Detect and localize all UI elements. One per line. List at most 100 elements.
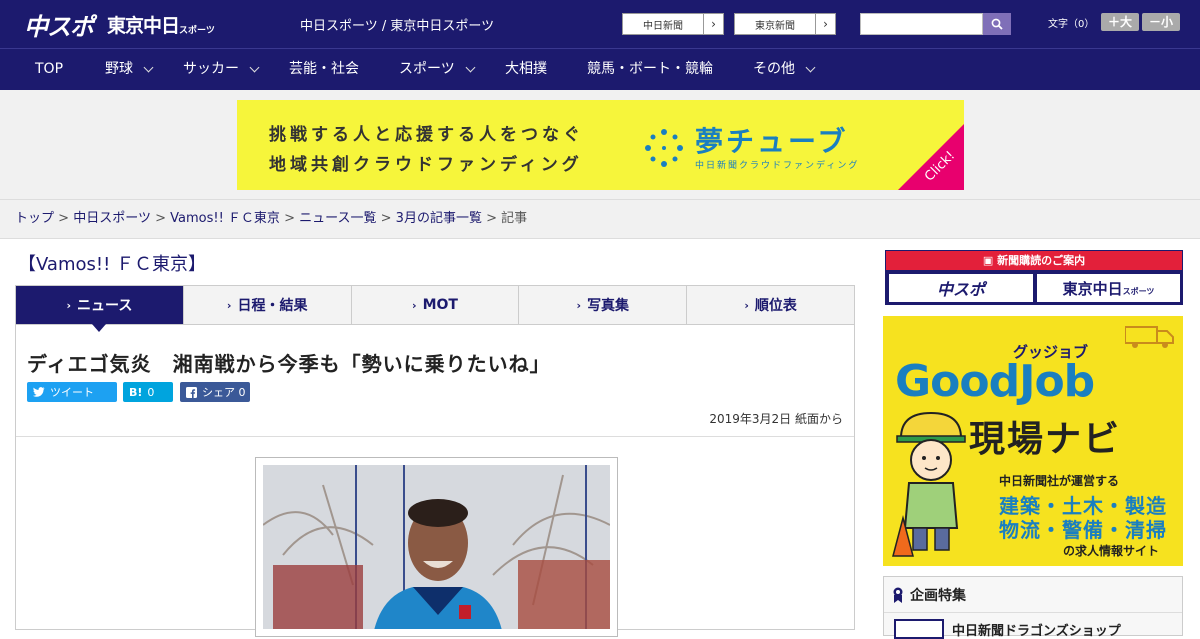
tokyo-shimbun-label: 東京新聞 — [755, 20, 795, 32]
hatena-count: 0 — [147, 385, 155, 399]
ad-area: 挑戦する人と応援する人をつなぐ 地域共創クラウドファンディング 夢チューブ 中日… — [0, 90, 1200, 200]
breadcrumb: トップ > 中日スポーツ > Vamos!! ＦＣ東京 > ニュース一覧 > 3… — [0, 200, 1200, 239]
tab-label: 順位表 — [754, 298, 797, 314]
subscription-header: ▣ 新聞購読のご案内 — [886, 251, 1182, 270]
nav-item-other[interactable]: その他 — [753, 49, 816, 90]
feature-item-label: 中日新聞ドラゴンズショップ — [952, 623, 1121, 639]
breadcrumb-separator: > — [380, 211, 392, 226]
tab-photos[interactable]: › 写真集 — [519, 286, 688, 324]
breadcrumb-link[interactable]: 中日スポーツ — [73, 211, 151, 226]
tokyo-chunichi-logo: 東京中日 — [107, 14, 180, 37]
tweet-button[interactable]: ツイート — [27, 382, 117, 402]
nav-item-soccer[interactable]: サッカー — [183, 49, 260, 90]
tokyo-chunichi-logo-small: スポーツ — [179, 25, 215, 36]
breadcrumb-link[interactable]: 3月の記事一覧 — [396, 211, 482, 226]
banner-line-1: 挑戦する人と応援する人をつなぐ — [269, 125, 584, 145]
section-title: 【Vamos!! ＦＣ東京】 — [18, 254, 207, 275]
subscribe-tokyo-chunichi-small: スポーツ — [1122, 286, 1155, 296]
article-date: 2019年3月2日 紙面から — [709, 412, 843, 426]
goodjob-line-1: 中日新聞社が運営する — [999, 474, 1120, 488]
goodjob-line-3: 物流・警備・清掃 — [999, 518, 1167, 542]
nav-item-baseball[interactable]: 野球 — [105, 49, 154, 90]
chevron-right-icon: › — [66, 298, 72, 312]
tab-standings[interactable]: › 順位表 — [687, 286, 854, 324]
chuspo-logo: 中スポ — [24, 12, 94, 41]
font-bigger-button[interactable]: ＋大 — [1101, 13, 1139, 31]
chunichi-shimbun-button[interactable]: 中日新聞 › — [622, 13, 724, 35]
search-button[interactable] — [983, 13, 1011, 35]
nav-label: 野球 — [105, 61, 133, 77]
top-header: 中スポ 東京中日 スポーツ 中日スポーツ / 東京中日スポーツ 中日新聞 › 東… — [0, 0, 1200, 48]
article-photo[interactable] — [255, 457, 618, 637]
facebook-share-button[interactable]: シェア 0 — [180, 382, 250, 402]
facebook-label: シェア — [202, 386, 235, 399]
ribbon-icon — [893, 587, 903, 603]
font-smaller-button[interactable]: －小 — [1142, 13, 1180, 31]
twitter-bird-icon — [33, 387, 45, 397]
facebook-icon — [186, 386, 197, 398]
feature-header: 企画特集 — [884, 577, 1182, 613]
breadcrumb-link[interactable]: Vamos!! ＦＣ東京 — [170, 211, 280, 226]
goodjob-line-4: の求人情報サイト — [1063, 544, 1160, 558]
hatena-button[interactable]: B! 0 — [123, 382, 173, 402]
subscription-header-label: 新聞購読のご案内 — [997, 254, 1086, 267]
nav-item-entertainment[interactable]: 芸能・社会 — [289, 49, 359, 90]
subscribe-tokyo-chunichi-button[interactable]: 東京中日 スポーツ — [1037, 274, 1180, 302]
dots-logo-icon — [645, 129, 683, 167]
nav-label: TOP — [35, 61, 64, 77]
chevron-down-icon — [805, 62, 816, 73]
tab-schedule[interactable]: › 日程・結果 — [184, 286, 352, 324]
nav-label: サッカー — [183, 61, 239, 77]
font-size-label: 文字（0） — [1048, 19, 1095, 30]
chevron-down-icon — [465, 62, 476, 73]
breadcrumb-separator: > — [155, 211, 166, 226]
chevron-down-icon — [249, 62, 260, 73]
player-photo — [263, 465, 610, 629]
tab-label: ニュース — [77, 298, 133, 314]
subscription-box: ▣ 新聞購読のご案内 中スポ 東京中日 スポーツ — [885, 250, 1183, 305]
tab-label: 日程・結果 — [237, 298, 308, 314]
chevron-right-icon: › — [703, 14, 723, 34]
main-nav: TOP 野球 サッカー 芸能・社会 スポーツ 大相撲 競馬・ボート・競輪 その他 — [0, 48, 1200, 90]
feature-title: 企画特集 — [910, 587, 966, 604]
crowdfunding-banner[interactable]: 挑戦する人と応援する人をつなぐ 地域共創クラウドファンディング 夢チューブ 中日… — [237, 100, 964, 190]
breadcrumb-link[interactable]: ニュース一覧 — [299, 211, 376, 226]
banner-brand: 夢チューブ — [695, 125, 849, 158]
nav-label: スポーツ — [399, 61, 455, 77]
breadcrumb-link[interactable]: トップ — [15, 211, 54, 226]
breadcrumb-separator: > — [486, 211, 497, 226]
section-tabs: › ニュース › 日程・結果 › MOT › 写真集 › 順位表 — [15, 285, 855, 332]
search-icon — [991, 18, 1003, 30]
goodjob-ad[interactable]: グッジョブ GoodJob 現場ナビ 中日新聞社が運営する 建築・土木・製造 物… — [883, 316, 1183, 566]
hatena-bookmark-icon: B! — [129, 385, 143, 399]
nav-item-racing[interactable]: 競馬・ボート・競輪 — [587, 49, 713, 90]
tweet-label: ツイート — [50, 386, 94, 399]
feature-thumbnail — [894, 619, 944, 639]
tab-mot[interactable]: › MOT — [352, 286, 520, 324]
article-headline: ディエゴ気炎 湘南戦から今季も「勢いに乗りたいね」 — [27, 352, 551, 376]
nav-item-sports[interactable]: スポーツ — [399, 49, 476, 90]
goodjob-subtitle: 現場ナビ — [969, 419, 1122, 460]
nav-label: その他 — [753, 61, 795, 77]
nav-label: 競馬・ボート・競輪 — [587, 61, 713, 77]
feature-box: 企画特集 中日新聞ドラゴンズショップ — [883, 576, 1183, 639]
nav-label: 芸能・社会 — [289, 61, 359, 77]
subscribe-chuspo-button[interactable]: 中スポ — [889, 274, 1033, 302]
goodjob-title: GoodJob — [895, 356, 1095, 407]
site-logo[interactable]: 中スポ 東京中日 スポーツ — [24, 8, 215, 41]
chevron-down-icon — [143, 62, 154, 73]
newspaper-icon: ▣ — [982, 254, 994, 267]
chevron-right-icon: › — [744, 298, 749, 312]
tab-news[interactable]: › ニュース — [16, 286, 184, 332]
chevron-right-icon: › — [412, 298, 417, 312]
nav-item-top[interactable]: TOP — [35, 49, 63, 90]
tab-label: MOT — [422, 297, 458, 313]
search-input[interactable] — [860, 13, 983, 35]
feature-item[interactable]: 中日新聞ドラゴンズショップ — [894, 619, 1121, 639]
breadcrumb-separator: > — [58, 211, 70, 226]
breadcrumb-current: 記事 — [501, 211, 528, 226]
breadcrumb-separator: > — [284, 211, 295, 226]
subscribe-tokyo-chunichi-label: 東京中日 — [1062, 279, 1123, 298]
nav-item-sumo[interactable]: 大相撲 — [505, 49, 547, 90]
tokyo-shimbun-button[interactable]: 東京新聞 › — [734, 13, 836, 35]
